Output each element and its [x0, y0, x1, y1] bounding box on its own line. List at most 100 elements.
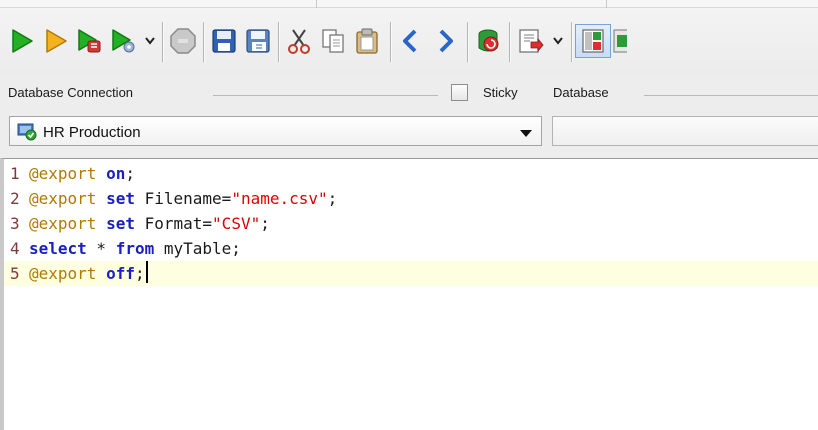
database-connection-icon — [17, 123, 37, 141]
execute-current-icon — [46, 29, 67, 53]
tab-divider — [606, 0, 607, 8]
code-token: Format= — [134, 214, 213, 233]
toolbar-separator — [162, 22, 163, 62]
line-number: 5 — [10, 264, 20, 283]
code-line[interactable]: 3 @export set Format="CSV"; — [4, 211, 818, 236]
line-number: 1 — [10, 164, 20, 183]
database-label: Database — [553, 85, 609, 100]
cut-icon — [288, 29, 310, 54]
chevron-down-icon — [553, 37, 563, 45]
code-text: @export set Filename="name.csv"; — [29, 186, 337, 211]
window-top-strip — [0, 0, 818, 8]
line-number: 2 — [10, 189, 20, 208]
code-token: ; — [125, 164, 135, 183]
sticky-checkbox[interactable] — [451, 84, 468, 101]
database-refresh-button[interactable] — [471, 24, 505, 58]
line-number: 3 — [10, 214, 20, 233]
stop-icon — [170, 28, 196, 54]
execute-current-button[interactable] — [39, 24, 73, 58]
result-export-icon — [519, 29, 544, 53]
code-token: Filename= — [134, 189, 232, 208]
toolbar-separator — [509, 22, 510, 62]
paste-icon — [356, 28, 378, 54]
code-text: select * from myTable; — [29, 236, 241, 261]
result-export-button[interactable] — [513, 24, 547, 58]
connection-panel: Database Connection Sticky Database HR P… — [0, 74, 818, 158]
code-token: @export — [29, 214, 97, 233]
stop-button[interactable] — [166, 24, 200, 58]
database-refresh-icon — [478, 29, 499, 52]
toolbar-overflow-icon — [613, 29, 627, 53]
save-as-button[interactable] — [241, 24, 275, 58]
execute-options-icon — [112, 29, 135, 53]
panel-layout-icon — [582, 29, 604, 53]
forward-button[interactable] — [428, 24, 462, 58]
code-token: from — [115, 239, 155, 258]
copy-button[interactable] — [316, 24, 350, 58]
cut-button[interactable] — [282, 24, 316, 58]
sticky-label: Sticky — [483, 85, 518, 100]
toolbar-separator — [390, 22, 391, 62]
execute-dropdown-button[interactable] — [143, 32, 157, 50]
save-button[interactable] — [207, 24, 241, 58]
code-text: @export set Format="CSV"; — [29, 211, 270, 236]
back-button[interactable] — [394, 24, 428, 58]
code-token: * — [86, 239, 116, 258]
panel-layout-toggle[interactable] — [575, 24, 611, 58]
chevron-down-icon[interactable] — [520, 130, 532, 137]
code-token: myTable; — [154, 239, 241, 258]
selected-connection: HR Production — [43, 124, 141, 141]
code-token: ; — [260, 214, 270, 233]
code-text: @export off; — [29, 261, 148, 286]
code-token: off — [106, 264, 135, 283]
back-icon — [403, 29, 417, 53]
code-token: ; — [327, 189, 338, 208]
code-token: @export — [29, 189, 97, 208]
code-token: set — [106, 189, 135, 208]
code-token: set — [106, 214, 135, 233]
code-token: on — [106, 164, 126, 183]
export-dropdown-button[interactable] — [551, 32, 565, 50]
execute-icon — [12, 29, 33, 53]
connection-select[interactable]: HR Production — [9, 116, 542, 146]
code-text: @export on; — [29, 161, 135, 186]
code-line[interactable]: 2 @export set Filename="name.csv"; — [4, 186, 818, 211]
database-select[interactable] — [552, 116, 818, 146]
database-connection-label: Database Connection — [8, 85, 134, 100]
toolbar-overflow-button[interactable] — [613, 24, 627, 58]
sql-editor[interactable]: 1 @export on; 2 @export set Filename="name.… — [0, 158, 818, 430]
execute-options-button[interactable] — [107, 24, 141, 58]
toolbar — [0, 8, 818, 74]
code-token: select — [29, 239, 87, 258]
forward-icon — [439, 29, 453, 53]
execute-button[interactable] — [5, 24, 39, 58]
toolbar-separator — [203, 22, 204, 62]
save-as-icon — [246, 29, 270, 53]
text-caret — [145, 261, 148, 283]
code-line[interactable]: 1 @export on; — [4, 161, 818, 186]
save-icon — [212, 29, 236, 53]
toolbar-separator — [467, 22, 468, 62]
toolbar-separator — [278, 22, 279, 62]
group-divider — [213, 95, 438, 96]
tab-divider — [316, 0, 317, 8]
code-line[interactable]: 4 select * from myTable; — [4, 236, 818, 261]
code-token: ; — [134, 264, 145, 283]
copy-icon — [322, 29, 344, 53]
chevron-down-icon — [145, 37, 155, 45]
line-number: 4 — [10, 239, 20, 258]
code-token: @export — [29, 264, 97, 283]
code-line[interactable]: 5 @export off; — [4, 261, 818, 286]
code-token: "name.csv" — [231, 189, 328, 208]
code-token: @export — [29, 164, 97, 183]
group-divider — [644, 95, 818, 96]
paste-button[interactable] — [350, 24, 384, 58]
execute-explain-button[interactable] — [73, 24, 107, 58]
toolbar-separator — [571, 22, 572, 62]
code-token: "CSV" — [212, 214, 261, 233]
execute-explain-icon — [78, 29, 101, 53]
